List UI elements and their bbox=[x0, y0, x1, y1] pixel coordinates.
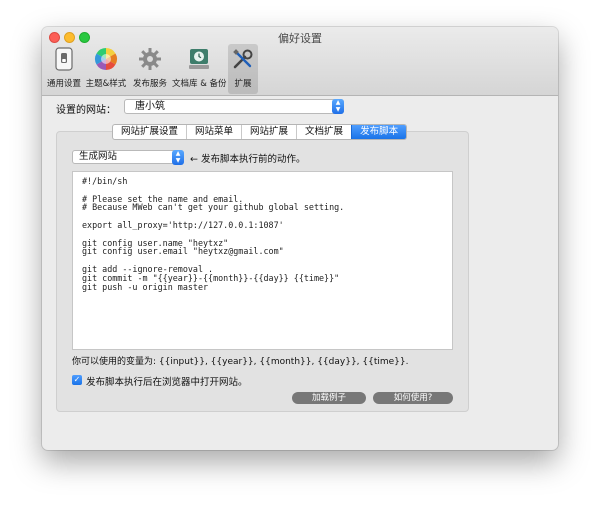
tab-site-menu[interactable]: 网站菜单 bbox=[186, 125, 241, 139]
toolbar-extensions[interactable]: 扩展 bbox=[228, 44, 258, 94]
tab-publish-script[interactable]: 发布脚本 bbox=[351, 125, 407, 139]
tab-bar: 网站扩展设置 网站菜单 网站扩展 文档扩展 发布脚本 bbox=[112, 124, 408, 140]
toolbar-theme[interactable]: 主题&样式 bbox=[83, 44, 129, 94]
script-editor[interactable]: #!/bin/sh # Please set the name and emai… bbox=[72, 171, 453, 350]
action-hint: ← 发布脚本执行前的动作。 bbox=[190, 154, 306, 165]
tab-document-extensions[interactable]: 文档扩展 bbox=[296, 125, 351, 139]
code-line: git push -u origin master bbox=[82, 281, 209, 292]
gear-icon bbox=[139, 48, 161, 70]
title-bar: 偏好设置 通用设置 主题&样式 发布服务 文档库 & 备份 扩展 bbox=[42, 27, 558, 96]
site-select-value: 唐小筑 bbox=[135, 101, 165, 112]
site-label: 设置的网站： bbox=[56, 105, 116, 116]
select-stepper-icon: ▲ ▼ bbox=[332, 99, 344, 114]
toolbar-label: 发布服务 bbox=[132, 79, 167, 89]
toolbar-label: 主题&样式 bbox=[85, 79, 127, 89]
load-example-button[interactable]: 加载例子 bbox=[292, 392, 366, 404]
toolbar-library-backup[interactable]: 文档库 & 备份 bbox=[172, 44, 227, 94]
code-line: git config user.email "heytxz@gmail.com" bbox=[82, 246, 284, 257]
preferences-window: 偏好设置 通用设置 主题&样式 发布服务 文档库 & 备份 扩展 设置的网站： … bbox=[42, 27, 558, 450]
tab-site-extension-settings[interactable]: 网站扩展设置 bbox=[113, 125, 186, 139]
code-line: # Because MWeb can't get your github glo… bbox=[82, 202, 345, 213]
code-line: export all_proxy='http://127.0.0.1:1087' bbox=[82, 219, 284, 230]
toolbar-label: 扩展 bbox=[234, 79, 252, 89]
available-variables: 你可以使用的变量为: {{input}}, {{year}}, {{month}… bbox=[72, 357, 409, 367]
switch-icon bbox=[55, 47, 73, 71]
select-stepper-icon: ▲ ▼ bbox=[172, 150, 184, 165]
how-to-use-button[interactable]: 如何使用? bbox=[373, 392, 453, 404]
code-line: #!/bin/sh bbox=[82, 176, 128, 186]
open-in-browser-label: 发布脚本执行后在浏览器中打开网站。 bbox=[86, 377, 248, 388]
toolbar-label: 通用设置 bbox=[46, 79, 81, 89]
action-select-value: 生成网站 bbox=[79, 151, 118, 162]
toolbar-general[interactable]: 通用设置 bbox=[46, 44, 82, 94]
toolbar-publish[interactable]: 发布服务 bbox=[130, 44, 170, 94]
open-in-browser-checkbox[interactable]: ✓ bbox=[72, 375, 82, 385]
time-machine-icon bbox=[189, 49, 209, 69]
tab-site-extensions[interactable]: 网站扩展 bbox=[241, 125, 296, 139]
site-select[interactable]: 唐小筑 ▲ ▼ bbox=[124, 99, 344, 114]
tools-icon bbox=[233, 49, 253, 69]
pre-publish-action-select[interactable]: 生成网站 ▲ ▼ bbox=[72, 150, 184, 165]
toolbar-label: 文档库 & 备份 bbox=[172, 79, 227, 89]
color-wheel-icon bbox=[95, 48, 117, 70]
